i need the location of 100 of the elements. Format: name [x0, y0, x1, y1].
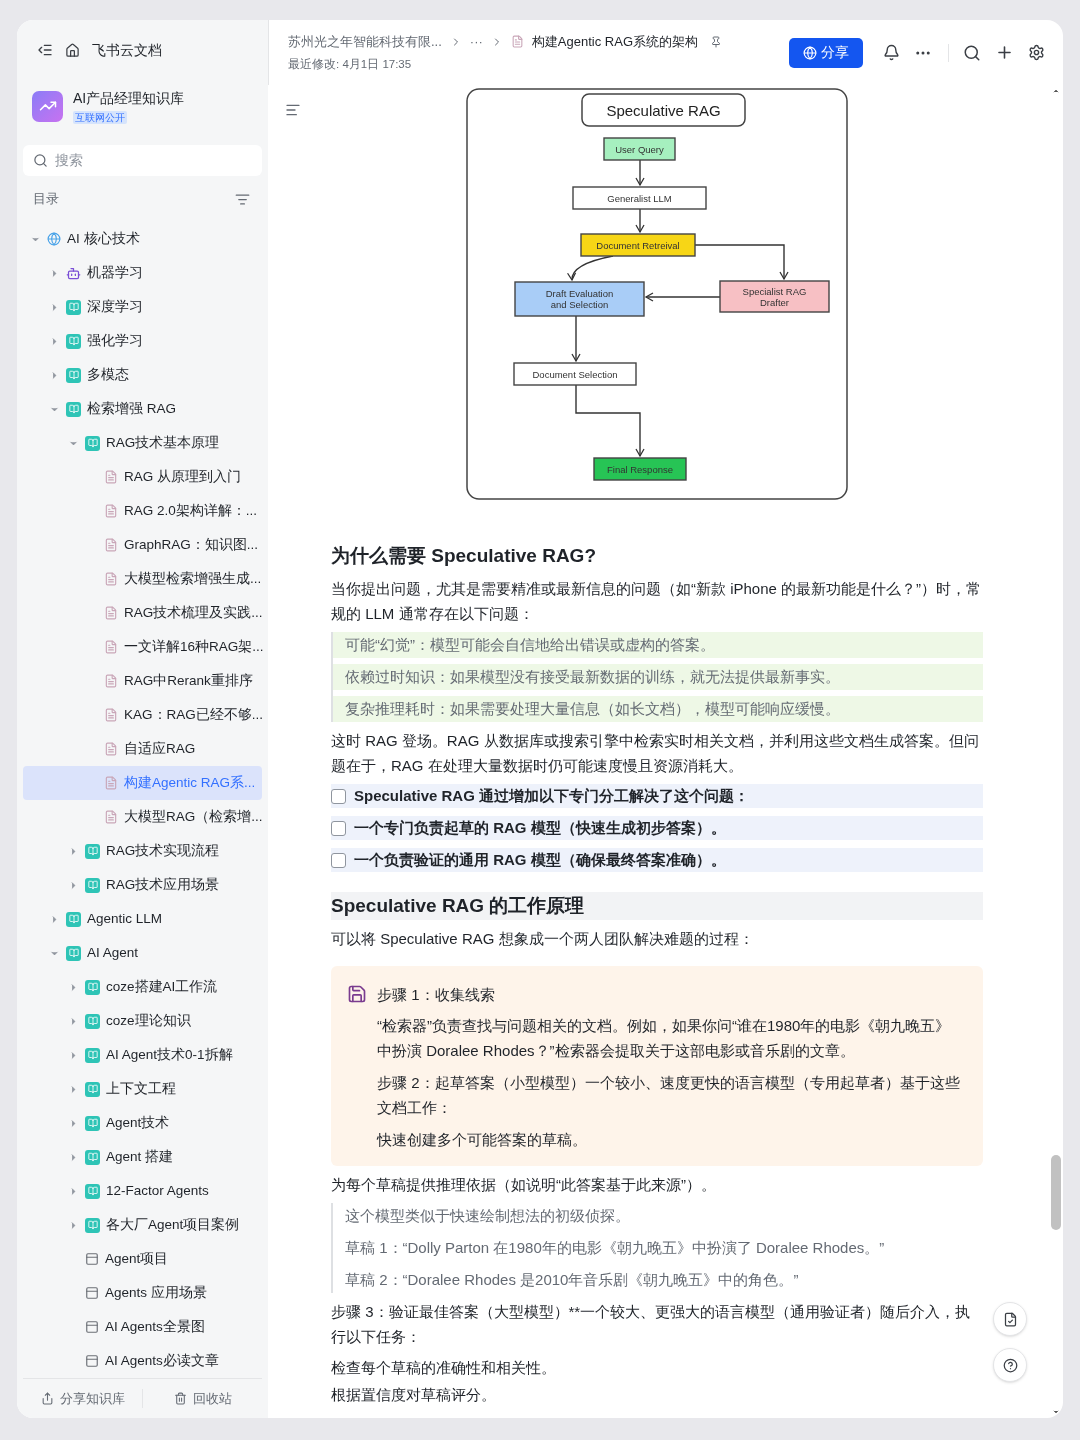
document-icon	[104, 504, 118, 518]
book-icon	[85, 435, 100, 451]
flowchart-node: User Query	[603, 137, 676, 161]
paragraph: 当你提出问题，尤其是需要精准或最新信息的问题（如“新款 iPhone 的最新功能是什么？”）时，常规的 LLM 通常存在以下问题：	[331, 579, 983, 624]
notification-bell-icon[interactable]	[883, 44, 900, 61]
share-icon	[40, 1392, 54, 1405]
tree-item[interactable]: AI Agents必读文章	[23, 1344, 262, 1378]
search-icon	[33, 153, 48, 168]
tree-item[interactable]: GraphRAG：知识图...	[23, 528, 262, 562]
breadcrumb-link[interactable]: 苏州光之年智能科技有限...	[288, 32, 442, 52]
checkbox[interactable]	[331, 788, 346, 804]
robot-icon	[66, 265, 81, 281]
tree-item[interactable]: coze理论知识	[23, 1004, 262, 1038]
document-title: 构建Agentic RAG系统的架构	[531, 33, 698, 52]
tree-item[interactable]: RAG技术基本原理	[23, 426, 262, 460]
collapse-sidebar-icon[interactable]	[37, 42, 53, 58]
book-icon	[85, 843, 100, 859]
document-icon	[104, 708, 118, 722]
tree-item[interactable]: AI Agents全景图	[23, 1310, 262, 1344]
recycle-bin-button[interactable]: 回收站	[142, 1388, 262, 1409]
share-button[interactable]: 分享	[789, 37, 863, 68]
callout-text: 步骤 2：起草答案（小型模型）一个较小、速度更快的语言模型（专用起草者）基于这些文档工作：	[377, 1073, 961, 1118]
document-icon	[104, 606, 118, 620]
scroll-up-icon[interactable]	[1052, 87, 1060, 95]
tree-item[interactable]: 自适应RAG	[23, 732, 262, 766]
document-icon	[510, 35, 524, 49]
tree-item[interactable]: 大模型检索增强生成...	[23, 562, 262, 596]
task-text: 一个专门负责起草的 RAG 模型（快速生成初步答案）。	[354, 817, 726, 838]
tree-item[interactable]: KAG：RAG已经不够...	[23, 698, 262, 732]
scroll-down-icon[interactable]	[1052, 1408, 1060, 1416]
flowchart-node: Draft Evaluation and Selection	[514, 281, 645, 317]
tree-item[interactable]: Agents 应用场景	[23, 1276, 262, 1310]
paragraph: 步骤 3：验证最佳答案（大型模型）**一个较大、更强大的语言模型（通用验证者）随后介入，执行以下任务：	[331, 1302, 972, 1347]
task-text: Speculative RAG 通过增加以下专门分工解决了这个问题：	[354, 785, 750, 806]
search-field[interactable]: 搜索	[23, 145, 262, 176]
tree-item[interactable]: RAG 2.0架构详解：...	[23, 494, 262, 528]
tree-item[interactable]: 各大厂Agent项目案例	[23, 1208, 262, 1242]
tree-item[interactable]: 12-Factor Agents	[23, 1174, 262, 1208]
section-heading: 为什么需要 Speculative RAG?	[331, 544, 597, 568]
tree-item[interactable]: RAG技术梳理及实践...	[23, 596, 262, 630]
add-icon[interactable]	[995, 43, 1014, 62]
paragraph: 根据置信度对草稿评分。	[331, 1385, 497, 1405]
checkbox[interactable]	[331, 820, 346, 836]
tree-item[interactable]: AI 核心技术	[23, 222, 262, 256]
page-icon	[85, 1354, 99, 1368]
tree-item[interactable]: 机器学习	[23, 256, 262, 290]
document-check-icon	[1002, 1311, 1018, 1327]
tree-item[interactable]: 强化学习	[23, 324, 262, 358]
document-icon	[104, 674, 118, 688]
globe-icon	[47, 232, 61, 246]
tree-item[interactable]: 多模态	[23, 358, 262, 392]
section-heading: Speculative RAG 的工作原理	[331, 892, 983, 920]
tree-item[interactable]: AI Agent	[23, 936, 262, 970]
book-icon	[85, 1217, 100, 1233]
book-icon	[85, 1183, 100, 1199]
home-icon[interactable]	[65, 42, 80, 58]
flow-arrow	[635, 208, 645, 233]
page-icon	[85, 1320, 99, 1334]
tree-item[interactable]: 一文详解16种RAG架...	[23, 630, 262, 664]
tree-item[interactable]: 深度学习	[23, 290, 262, 324]
knowledge-base-logo	[32, 90, 63, 122]
pin-icon[interactable]	[710, 35, 722, 48]
callout-text: 快速创建多个可能答案的草稿。	[377, 1130, 588, 1150]
tree-item[interactable]: Agentic LLM	[23, 902, 262, 936]
settings-icon[interactable]	[1028, 44, 1045, 61]
tree-item[interactable]: AI Agent技术0-1拆解	[23, 1038, 262, 1072]
document-icon	[104, 572, 118, 586]
callout-title: 步骤 1：收集线索	[377, 985, 496, 1005]
tree-item[interactable]: Agent项目	[23, 1242, 262, 1276]
checkbox[interactable]	[331, 852, 346, 868]
share-knowledge-base-button[interactable]: 分享知识库	[23, 1388, 142, 1409]
toc-label: 目录	[33, 190, 59, 208]
breadcrumb-more[interactable]: ···	[469, 32, 483, 52]
paragraph: 检查每个草稿的准确性和相关性。	[331, 1358, 557, 1378]
tree-item[interactable]: coze搭建AI工作流	[23, 970, 262, 1004]
tree-item[interactable]: 上下文工程	[23, 1072, 262, 1106]
outline-icon[interactable]	[285, 102, 301, 118]
task-text: 一个负责验证的通用 RAG 模型（确保最终答案准确）。	[354, 849, 726, 870]
quote-line: 这个模型类似于快速绘制想法的初级侦探。	[344, 1206, 631, 1226]
flowchart-node: Document Retreival	[580, 233, 696, 257]
tree-item[interactable]: RAG技术应用场景	[23, 868, 262, 902]
tree-item[interactable]: Agent 搭建	[23, 1140, 262, 1174]
tree-item[interactable]: RAG技术实现流程	[23, 834, 262, 868]
tree-item[interactable]: RAG中Rerank重排序	[23, 664, 262, 698]
tree-item[interactable]: RAG 从原理到入门	[23, 460, 262, 494]
flow-arrow	[635, 159, 645, 186]
trash-icon	[173, 1392, 187, 1405]
diagram-title: Speculative RAG	[581, 93, 746, 127]
tree-item[interactable]: Agent技术	[23, 1106, 262, 1140]
scrollbar-thumb[interactable]	[1051, 1155, 1061, 1230]
book-icon	[85, 979, 100, 995]
document-check-button[interactable]	[993, 1302, 1027, 1336]
flowchart-node: Specialist RAG Drafter	[719, 280, 830, 313]
tree-item[interactable]: 大模型RAG（检索增...	[23, 800, 262, 834]
page-icon	[85, 1286, 99, 1300]
search-icon[interactable]	[963, 43, 981, 62]
book-icon	[66, 911, 81, 927]
help-button[interactable]	[993, 1348, 1027, 1382]
tree-item[interactable]: 检索增强 RAG	[23, 392, 262, 426]
list-options-icon[interactable]	[235, 191, 250, 207]
